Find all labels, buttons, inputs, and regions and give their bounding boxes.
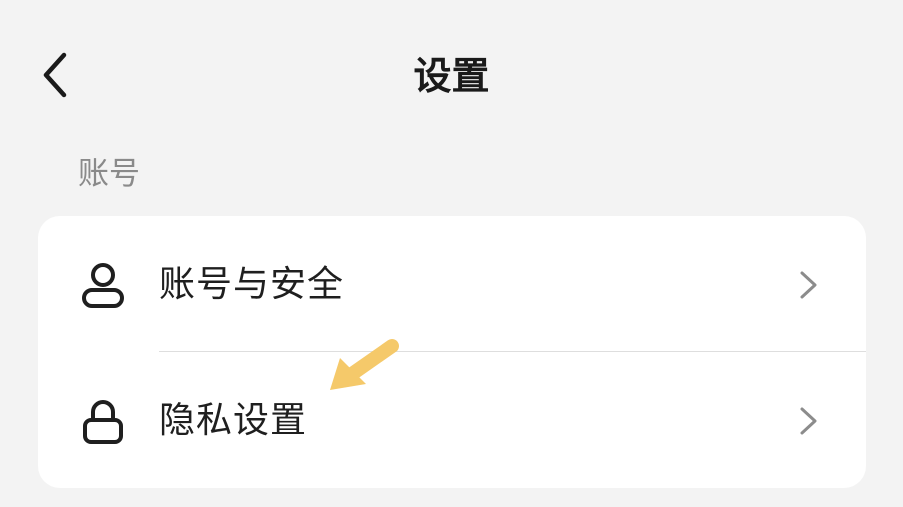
section-label-account: 账号 (78, 156, 140, 192)
account-security-row[interactable]: 账号与安全 (38, 216, 866, 352)
privacy-settings-row[interactable]: 隐私设置 (38, 352, 866, 488)
settings-card: 账号与安全 隐私设置 (38, 216, 866, 488)
chevron-right-icon (800, 407, 817, 435)
privacy-settings-label: 隐私设置 (159, 400, 308, 441)
person-icon (82, 263, 124, 308)
pointer-arrow-icon (330, 339, 399, 390)
header: 设置 (0, 0, 903, 150)
lock-icon (83, 400, 123, 444)
chevron-right-icon (800, 271, 817, 299)
account-security-label: 账号与安全 (159, 264, 345, 305)
page-title: 设置 (413, 54, 490, 98)
